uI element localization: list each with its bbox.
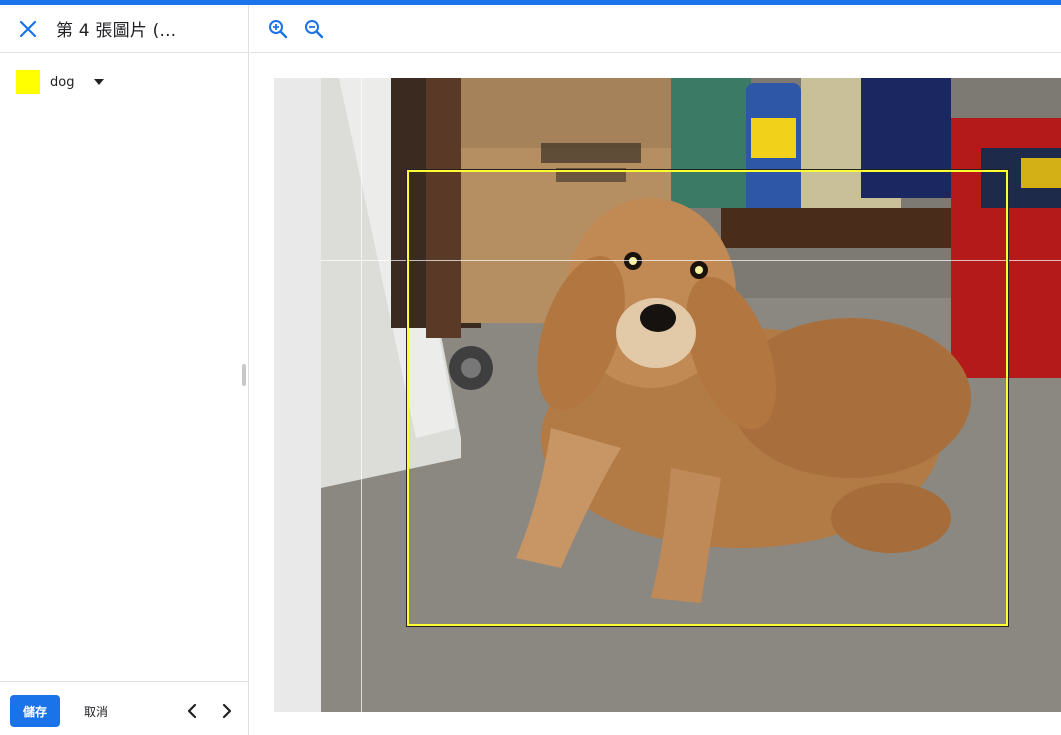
label-name: dog bbox=[50, 74, 75, 90]
next-image-button[interactable] bbox=[215, 697, 239, 725]
close-button[interactable] bbox=[0, 5, 56, 53]
page-title: 第 4 張圖片 (... bbox=[56, 21, 177, 41]
panel-header: 第 4 張圖片 (... bbox=[0, 5, 249, 53]
chevron-left-icon bbox=[187, 703, 197, 719]
caret-down-icon[interactable] bbox=[94, 79, 104, 85]
chevron-right-icon bbox=[222, 703, 232, 719]
zoom-in-button[interactable] bbox=[264, 15, 292, 43]
label-item-dog[interactable]: dog bbox=[16, 69, 104, 95]
panel-footer: 儲存 取消 bbox=[0, 681, 249, 735]
label-panel: 第 4 張圖片 (... dog 儲存 取消 bbox=[0, 5, 249, 735]
bounding-box-dog[interactable] bbox=[406, 169, 1009, 627]
zoom-out-button[interactable] bbox=[300, 15, 328, 43]
panel-resize-handle[interactable] bbox=[242, 364, 246, 386]
annotation-canvas[interactable] bbox=[250, 54, 1061, 735]
label-color-swatch bbox=[16, 70, 40, 94]
crosshair-vertical bbox=[361, 78, 362, 712]
close-icon bbox=[19, 20, 37, 37]
zoom-out-icon bbox=[305, 19, 324, 38]
image-toolbar bbox=[250, 5, 1061, 53]
previous-image-button[interactable] bbox=[180, 697, 204, 725]
zoom-in-icon bbox=[269, 19, 288, 38]
save-button[interactable]: 儲存 bbox=[10, 695, 60, 727]
cancel-button[interactable]: 取消 bbox=[76, 695, 116, 727]
